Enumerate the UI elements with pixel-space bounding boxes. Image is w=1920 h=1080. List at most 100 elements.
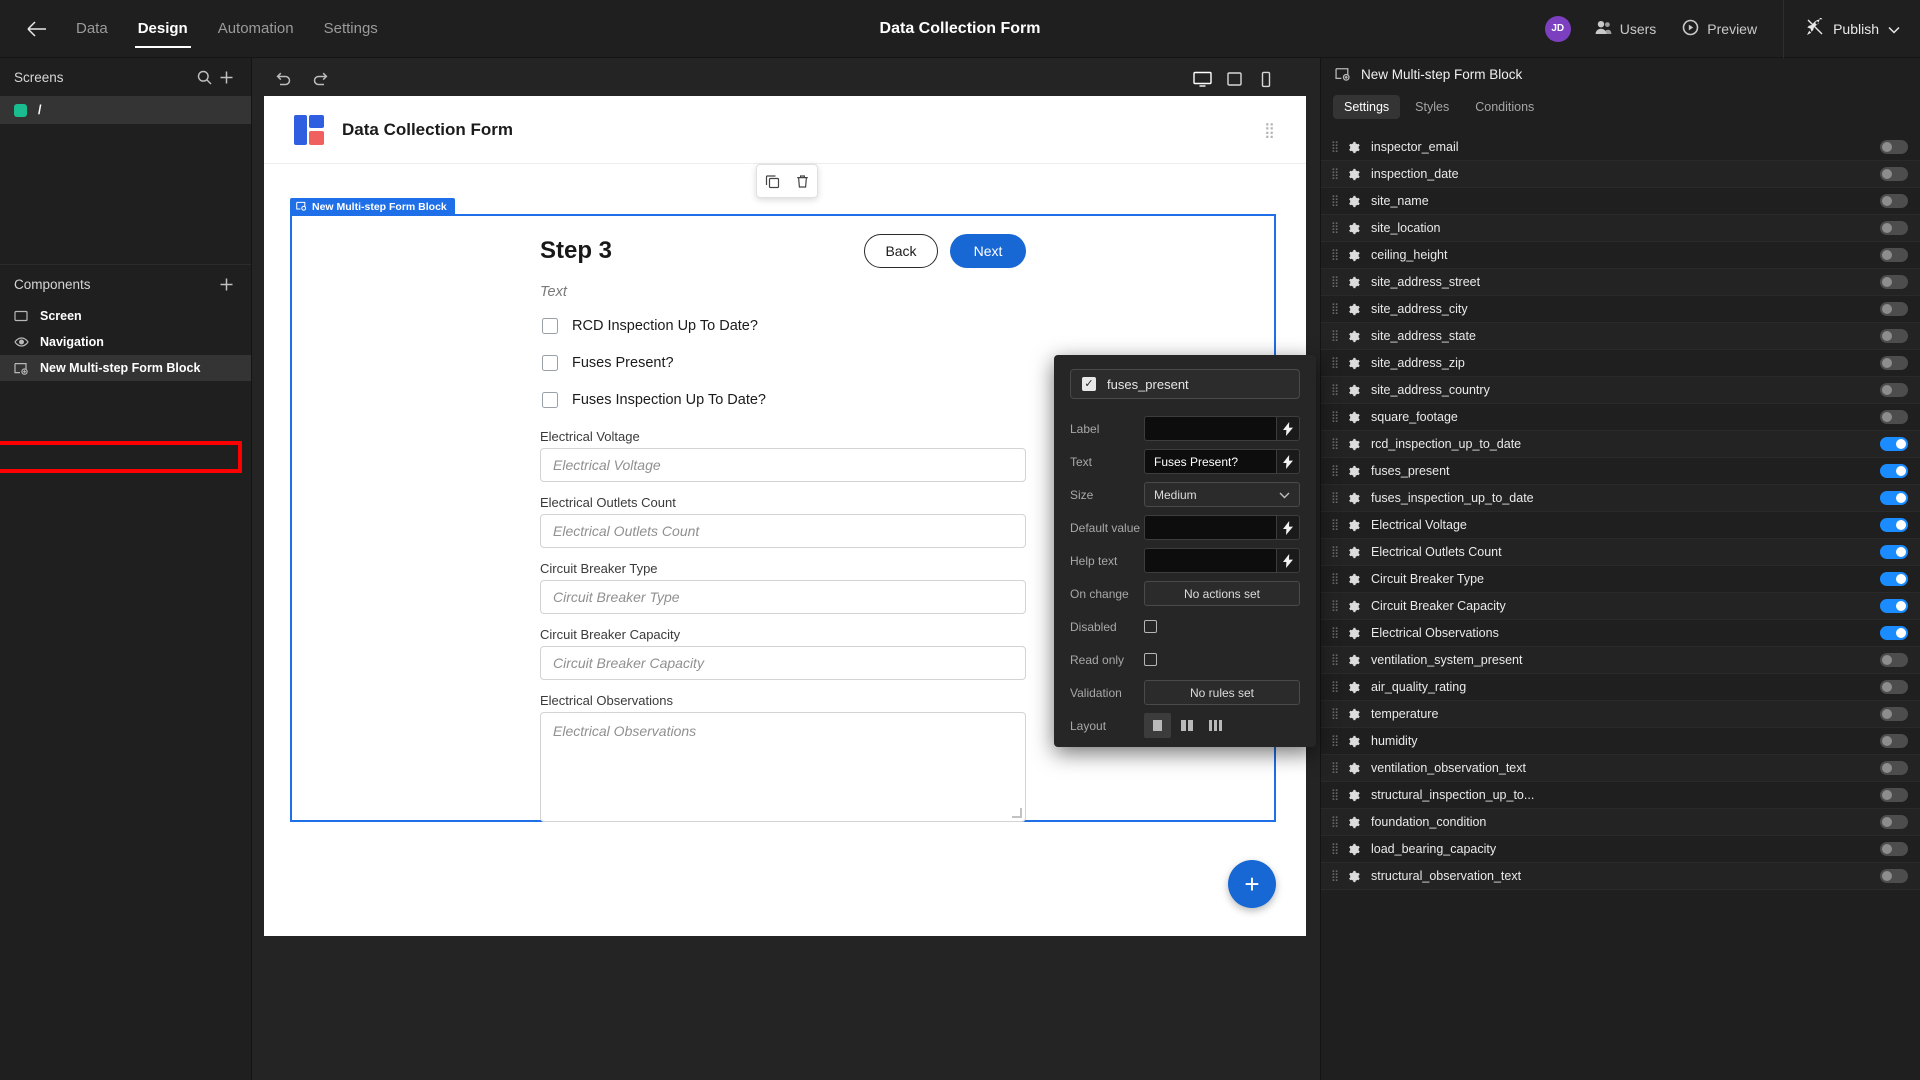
field-row[interactable]: ⣿ foundation_condition (1321, 809, 1920, 836)
component-item-multistep-form-block[interactable]: New Multi-step Form Block (0, 355, 251, 381)
tablet-icon[interactable] (1222, 67, 1246, 91)
checkbox-row-fuses-present[interactable]: Fuses Present? (540, 355, 1026, 371)
field-enable-toggle[interactable] (1880, 167, 1908, 181)
field-enable-toggle[interactable] (1880, 653, 1908, 667)
field-enable-toggle[interactable] (1880, 464, 1908, 478)
field-enable-toggle[interactable] (1880, 599, 1908, 613)
drag-handle-icon[interactable]: ⣿ (1331, 708, 1347, 719)
field-row[interactable]: ⣿ site_address_street (1321, 269, 1920, 296)
gear-icon[interactable] (1347, 438, 1371, 451)
form-fields-list[interactable]: ⣿ inspector_email ⣿ inspection_date ⣿ site_na… (1321, 134, 1920, 1080)
field-enable-toggle[interactable] (1880, 221, 1908, 235)
drag-handle-icon[interactable]: ⣿ (1331, 546, 1347, 557)
gear-icon[interactable] (1347, 492, 1371, 505)
gear-icon[interactable] (1347, 708, 1371, 721)
field-row[interactable]: ⣿ Circuit Breaker Type (1321, 566, 1920, 593)
component-item-navigation[interactable]: Navigation (0, 329, 251, 355)
gear-icon[interactable] (1347, 357, 1371, 370)
textarea-electrical-observations[interactable]: Electrical Observations (540, 712, 1026, 822)
drag-handle-icon[interactable]: ⣿ (1331, 735, 1347, 746)
lightning-bolt-icon[interactable] (1276, 515, 1300, 540)
field-row[interactable]: ⣿ site_address_city (1321, 296, 1920, 323)
field-row[interactable]: ⣿ temperature (1321, 701, 1920, 728)
gear-icon[interactable] (1347, 519, 1371, 532)
gear-icon[interactable] (1347, 222, 1371, 235)
read-only-checkbox[interactable] (1144, 653, 1157, 666)
nav-tab-automation[interactable]: Automation (218, 3, 294, 54)
disabled-checkbox[interactable] (1144, 620, 1157, 633)
back-button[interactable]: Back (864, 234, 938, 268)
field-enable-toggle[interactable] (1880, 383, 1908, 397)
publish-button[interactable]: Publish (1806, 16, 1900, 39)
users-button[interactable]: Users (1595, 20, 1656, 38)
gear-icon[interactable] (1347, 870, 1371, 883)
field-enable-toggle[interactable] (1880, 680, 1908, 694)
popover-component-header[interactable]: ✓ fuses_present (1070, 369, 1300, 399)
checkbox-fuses-inspection[interactable] (542, 392, 558, 408)
field-row[interactable]: ⣿ ventilation_system_present (1321, 647, 1920, 674)
drag-handle-icon[interactable]: ⣿ (1331, 141, 1347, 152)
gear-icon[interactable] (1347, 843, 1371, 856)
field-enable-toggle[interactable] (1880, 626, 1908, 640)
field-row[interactable]: ⣿ inspection_date (1321, 161, 1920, 188)
drag-handle-icon[interactable]: ⣿ (1331, 573, 1347, 584)
input-electrical-voltage[interactable]: Electrical Voltage (540, 448, 1026, 482)
checkbox-row-fuses-inspection[interactable]: Fuses Inspection Up To Date? (540, 392, 1026, 408)
drag-handle-icon[interactable]: ⣿ (1331, 762, 1347, 773)
drag-handle-icon[interactable]: ⣿ (1331, 870, 1347, 881)
lightning-bolt-icon[interactable] (1276, 416, 1300, 441)
field-enable-toggle[interactable] (1880, 869, 1908, 883)
gear-icon[interactable] (1347, 735, 1371, 748)
field-enable-toggle[interactable] (1880, 248, 1908, 262)
default-value-input[interactable] (1144, 515, 1276, 540)
gear-icon[interactable] (1347, 384, 1371, 397)
mobile-icon[interactable] (1254, 67, 1278, 91)
next-button[interactable]: Next (950, 234, 1026, 268)
tab-settings[interactable]: Settings (1333, 95, 1401, 119)
input-circuit-breaker-type[interactable]: Circuit Breaker Type (540, 580, 1026, 614)
drag-handle-icon[interactable]: ⣿ (1331, 195, 1347, 206)
duplicate-icon[interactable] (765, 174, 780, 189)
validation-button[interactable]: No rules set (1144, 680, 1300, 705)
avatar[interactable]: JD (1544, 15, 1571, 42)
help-text-input[interactable] (1144, 548, 1276, 573)
gear-icon[interactable] (1347, 681, 1371, 694)
gear-icon[interactable] (1347, 546, 1371, 559)
field-enable-toggle[interactable] (1880, 356, 1908, 370)
drag-handle-icon[interactable]: ⣿ (1331, 249, 1347, 260)
nav-tab-data[interactable]: Data (76, 3, 108, 54)
nav-tab-settings[interactable]: Settings (324, 3, 378, 54)
nav-tab-design[interactable]: Design (134, 3, 191, 54)
drag-handle-icon[interactable]: ⣿ (1331, 276, 1347, 287)
size-select[interactable]: Medium (1144, 482, 1300, 507)
field-row[interactable]: ⣿ Electrical Outlets Count (1321, 539, 1920, 566)
trash-icon[interactable] (795, 174, 810, 189)
tab-styles[interactable]: Styles (1404, 95, 1460, 119)
checkbox-fuses-present[interactable] (542, 355, 558, 371)
drag-handle-icon[interactable]: ⣿ (1331, 816, 1347, 827)
field-row[interactable]: ⣿ site_location (1321, 215, 1920, 242)
gear-icon[interactable] (1347, 627, 1371, 640)
field-enable-toggle[interactable] (1880, 545, 1908, 559)
label-input[interactable] (1144, 416, 1276, 441)
field-row[interactable]: ⣿ humidity (1321, 728, 1920, 755)
field-row[interactable]: ⣿ square_footage (1321, 404, 1920, 431)
field-row[interactable]: ⣿ fuses_inspection_up_to_date (1321, 485, 1920, 512)
drag-handle-icon[interactable]: ⣿ (1331, 168, 1347, 179)
drag-handle-icon[interactable]: ⣿ (1331, 843, 1347, 854)
lightning-bolt-icon[interactable] (1276, 449, 1300, 474)
field-row[interactable]: ⣿ site_address_state (1321, 323, 1920, 350)
gear-icon[interactable] (1347, 276, 1371, 289)
drag-handle-icon[interactable]: ⣿ (1331, 384, 1347, 395)
field-row[interactable]: ⣿ inspector_email (1321, 134, 1920, 161)
field-enable-toggle[interactable] (1880, 761, 1908, 775)
desktop-icon[interactable] (1190, 67, 1214, 91)
gear-icon[interactable] (1347, 249, 1371, 262)
preview-button[interactable]: Preview (1682, 19, 1757, 39)
gear-icon[interactable] (1347, 600, 1371, 613)
checkbox-rcd-inspection[interactable] (542, 318, 558, 334)
field-enable-toggle[interactable] (1880, 437, 1908, 451)
gear-icon[interactable] (1347, 303, 1371, 316)
on-change-button[interactable]: No actions set (1144, 581, 1300, 606)
add-screen-icon[interactable] (215, 66, 237, 88)
